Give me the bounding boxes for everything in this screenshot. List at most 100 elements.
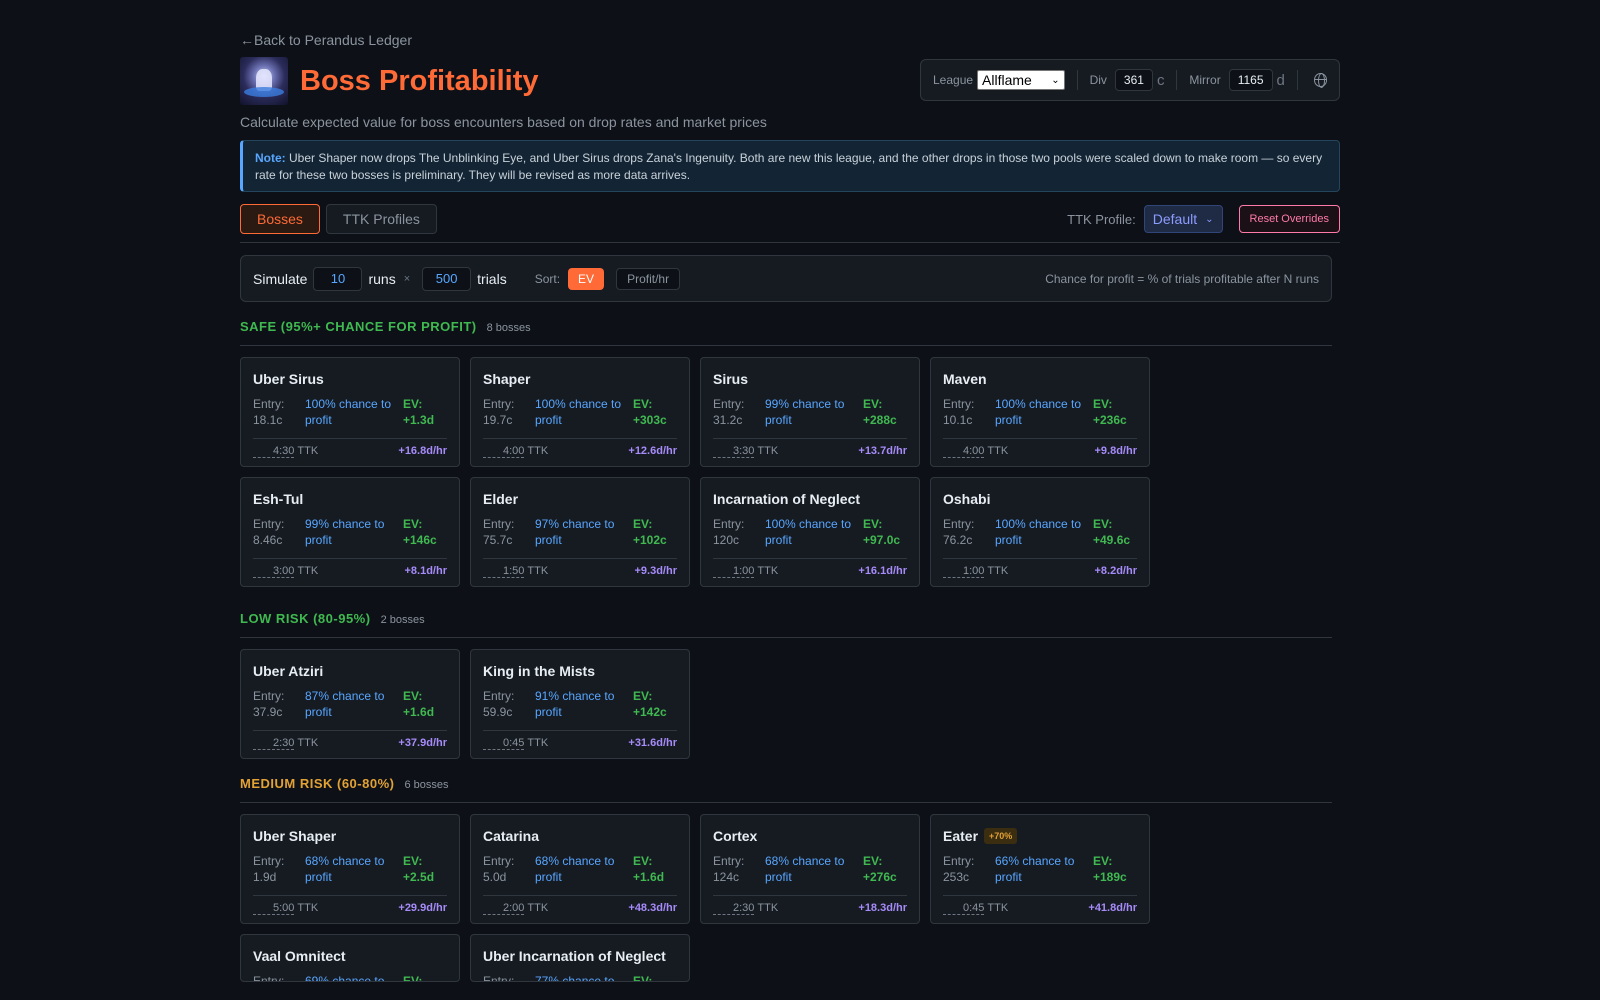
boss-card[interactable]: Incarnation of Neglect Entry: 120c 100% c…: [700, 477, 920, 587]
card-footer: 1:00 TTK +16.1d/hr: [713, 558, 907, 578]
boss-card[interactable]: Uber Incarnation of Neglect Entry: 77% c…: [470, 934, 690, 982]
expected-value: EV: +1.6d: [403, 688, 434, 720]
ev-value: +102c: [633, 533, 667, 547]
entry-label: Entry:: [253, 517, 285, 531]
ttk-time[interactable]: 4:00: [483, 445, 525, 458]
card-footer: 2:00 TTK +48.3d/hr: [483, 895, 677, 915]
ev-label: EV:: [403, 517, 423, 531]
profit-chance: 68% chance to profit: [765, 854, 845, 884]
boss-card[interactable]: Uber Shaper Entry: 1.9d 68% chance to pro…: [240, 814, 460, 924]
ttk-time[interactable]: 1:50: [483, 565, 525, 578]
ttk-time[interactable]: 0:45: [483, 737, 525, 750]
ttk-time[interactable]: 4:00: [943, 445, 985, 458]
div-price-input[interactable]: 361: [1114, 69, 1153, 91]
profit-rate: +16.1d/hr: [858, 565, 907, 577]
profit-chance: 100% chance to profit: [995, 517, 1082, 547]
boss-card[interactable]: Esh-Tul Entry: 8.46c 99% chance to profit…: [240, 477, 460, 587]
card-footer: 2:30 TTK +37.9d/hr: [253, 730, 447, 750]
boss-name: Vaal Omnitect: [253, 947, 447, 965]
divider: [1176, 70, 1178, 90]
runs-input[interactable]: 10: [313, 266, 363, 291]
boss-card[interactable]: Elder Entry: 75.7c 97% chance to profit E…: [470, 477, 690, 587]
ttk-time[interactable]: 2:00: [483, 902, 525, 915]
mirror-label: Mirror: [1189, 73, 1221, 87]
boss-card[interactable]: Cortex Entry: 124c 68% chance to profit E…: [700, 814, 920, 924]
card-stats: Entry: 75.7c 97% chance to profit EV: +102…: [483, 516, 677, 548]
ttk-profile-select[interactable]: Default ⌄: [1143, 205, 1223, 233]
risk-section: MEDIUM RISK (60-80%) 6 bosses Uber Shaper …: [240, 776, 1340, 982]
league-select[interactable]: Allflame ⌄: [977, 70, 1065, 90]
section-header: SAFE (95%+ CHANCE FOR PROFIT) 8 bosses: [240, 319, 1340, 339]
ttk-time[interactable]: 5:00: [253, 902, 295, 915]
boss-card[interactable]: King in the Mists Entry: 59.9c 91% chance…: [470, 649, 690, 759]
sort-ev-button[interactable]: EV: [568, 267, 605, 290]
profit-rate: +37.9d/hr: [398, 737, 447, 749]
boss-name: Uber Sirus: [253, 370, 447, 388]
entry-value: 120c: [713, 533, 740, 547]
section-header: MEDIUM RISK (60-80%) 6 bosses: [240, 776, 1340, 796]
boss-name: Esh-Tul: [253, 490, 447, 508]
profit-chance: 100% chance to profit: [765, 517, 852, 547]
entry-cost: Entry: 5.0d: [483, 853, 535, 885]
ev-label: EV:: [1093, 517, 1113, 531]
expected-value: EV: +142c: [633, 688, 667, 720]
card-footer: 3:30 TTK +13.7d/hr: [713, 438, 907, 458]
boss-card[interactable]: Eater +70% Entry: 253c 66% chance to profi…: [930, 814, 1150, 924]
boss-card[interactable]: Shaper Entry: 19.7c 100% chance to profit…: [470, 357, 690, 467]
ttk-time[interactable]: 2:30: [713, 902, 755, 915]
boss-card[interactable]: Maven Entry: 10.1c 100% chance to profit …: [930, 357, 1150, 467]
ttk-time[interactable]: 1:00: [943, 565, 985, 578]
boss-grid: Uber Shaper Entry: 1.9d 68% chance to pro…: [240, 814, 1340, 982]
boss-name: Eater +70%: [943, 827, 1137, 845]
card-stats: Entry: 59.9c 91% chance to profit EV: +142…: [483, 688, 677, 720]
entry-label: Entry:: [483, 397, 515, 411]
profit-chance: 87% chance to profit: [305, 689, 385, 719]
ttk-time[interactable]: 0:45: [943, 902, 985, 915]
ev-value: +288c: [863, 413, 897, 427]
ttk-profile-value: Default: [1152, 211, 1198, 227]
ttk-time[interactable]: 4:30: [253, 445, 295, 458]
expected-value: EV: +288c: [863, 396, 897, 428]
reset-overrides-button[interactable]: Reset Overrides: [1238, 205, 1340, 233]
ttk-info: 2:00 TTK: [483, 902, 548, 915]
trials-label: trials: [477, 270, 507, 287]
ev-label: EV:: [633, 974, 653, 982]
boss-card[interactable]: Vaal Omnitect Entry: 69% chance to EV:: [240, 934, 460, 982]
section-header: LOW RISK (80-95%) 2 bosses: [240, 611, 1340, 631]
entry-value: 1.9d: [253, 870, 277, 884]
boss-card[interactable]: Uber Sirus Entry: 18.1c 100% chance to pr…: [240, 357, 460, 467]
ttk-time[interactable]: 1:00: [713, 565, 755, 578]
expected-value: EV: +102c: [633, 516, 667, 548]
boss-card[interactable]: Uber Atziri Entry: 37.9c 87% chance to pr…: [240, 649, 460, 759]
tab-bosses[interactable]: Bosses: [240, 204, 320, 234]
ev-label: EV:: [1093, 397, 1113, 411]
div-unit: c: [1156, 71, 1165, 89]
trials-input[interactable]: 500: [422, 266, 472, 291]
globe-icon[interactable]: [1313, 73, 1328, 88]
profit-rate: +41.8d/hr: [1088, 902, 1137, 914]
boss-card[interactable]: Oshabi Entry: 76.2c 100% chance to profit…: [930, 477, 1150, 587]
ttk-time[interactable]: 3:30: [713, 445, 755, 458]
ttk-info: 1:00 TTK: [713, 565, 778, 578]
boss-card[interactable]: Catarina Entry: 5.0d 68% chance to profit…: [470, 814, 690, 924]
ttk-time[interactable]: 2:30: [253, 737, 295, 750]
tab-ttk-profiles[interactable]: TTK Profiles: [325, 204, 437, 234]
ttk-info: 5:00 TTK: [253, 902, 318, 915]
boss-name: Shaper: [483, 370, 677, 388]
section-divider: [240, 345, 1332, 346]
entry-cost: Entry: 75.7c: [483, 516, 535, 548]
card-stats: Entry: 120c 100% chance to profit EV: +97.…: [713, 516, 907, 548]
card-footer: 4:00 TTK +12.6d/hr: [483, 438, 677, 458]
sort-profit-button[interactable]: Profit/hr: [616, 267, 681, 290]
section-title: SAFE (95%+ CHANCE FOR PROFIT): [240, 319, 477, 334]
ttk-time[interactable]: 3:00: [253, 565, 295, 578]
entry-cost: Entry:: [483, 973, 535, 982]
boss-name-text: Esh-Tul: [253, 491, 304, 507]
boss-card[interactable]: Sirus Entry: 31.2c 99% chance to profit E…: [700, 357, 920, 467]
entry-label: Entry:: [483, 974, 515, 982]
risk-section: SAFE (95%+ CHANCE FOR PROFIT) 8 bosses Ube…: [240, 319, 1340, 587]
mirror-price-input[interactable]: 1165: [1228, 69, 1273, 91]
back-link[interactable]: ←Back to Perandus Ledger: [240, 30, 1340, 50]
ttk-info: 2:30 TTK: [253, 737, 318, 750]
ttk-info: 1:50 TTK: [483, 565, 548, 578]
